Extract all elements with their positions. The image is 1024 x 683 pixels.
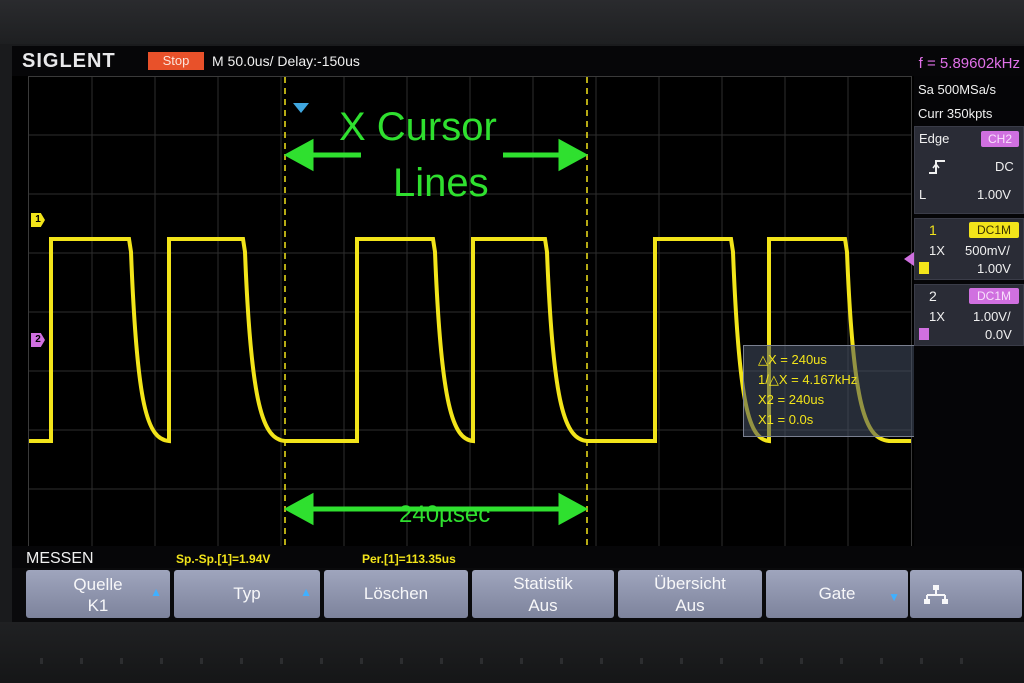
- ch2-offset: 0.0V: [985, 327, 1012, 342]
- softkey-sublabel: Aus: [528, 596, 558, 615]
- delay-value: Delay:-150us: [277, 53, 360, 69]
- trigger-coupling: DC: [995, 159, 1014, 174]
- cursor-inv-dx: 1/△X = 4.167kHz: [758, 372, 858, 387]
- softkey-bar: Quelle K1 ▲ Typ ▲ Löschen Statistik Aus …: [12, 568, 1024, 622]
- softkey-label: Typ: [233, 584, 261, 603]
- softkey-typ[interactable]: Typ ▲: [174, 570, 320, 618]
- softkey-loeschen[interactable]: Löschen: [324, 570, 468, 618]
- softkey-label: Quelle: [73, 575, 123, 594]
- cursor-dx: △X = 240us: [758, 352, 827, 367]
- frequency-counter: f = 5.89602kHz: [918, 55, 1020, 72]
- sample-rate: Sa 500MSa/s: [918, 82, 997, 97]
- ch2-coupling-badge: DC1M: [969, 288, 1019, 304]
- cursor-x1: X1 = 0.0s: [758, 412, 814, 427]
- ch2-number: 2: [929, 288, 937, 304]
- ch1-panel[interactable]: 1 DC1M 1X 500mV/ 1.00V: [914, 218, 1024, 280]
- softkey-statistik[interactable]: Statistik Aus: [472, 570, 614, 618]
- softkey-sublabel: Aus: [675, 596, 705, 615]
- cursor-x2: X2 = 240us: [758, 392, 825, 407]
- network-key[interactable]: [910, 570, 1022, 618]
- brand-logo: SIGLENT: [22, 50, 116, 72]
- ch2-scale: 1.00V/: [973, 309, 1011, 324]
- ch1-offset: 1.00V: [977, 261, 1011, 276]
- oscilloscope-screen: SIGLENT Stop M 50.0us/ Delay:-150us f = …: [12, 46, 1024, 622]
- rising-edge-icon: [929, 160, 945, 174]
- ch1-coupling-badge: DC1M: [969, 222, 1019, 238]
- ch2-bw-icon: [919, 328, 929, 340]
- softkey-quelle[interactable]: Quelle K1 ▲: [26, 570, 170, 618]
- trigger-level: 1.00V: [977, 187, 1011, 202]
- softkey-label: Statistik: [513, 574, 573, 593]
- ch1-scale: 500mV/: [965, 243, 1010, 258]
- trigger-type: Edge: [919, 131, 950, 146]
- measure-value-1: Sp.-Sp.[1]=1.94V: [176, 552, 271, 566]
- ch1-number: 1: [929, 222, 937, 238]
- annotation-title: X Cursor: [339, 105, 497, 149]
- measure-title: MESSEN: [26, 550, 94, 567]
- softkey-label: Gate: [818, 584, 856, 603]
- ch1-probe: 1X: [929, 243, 945, 258]
- measure-value-2: Per.[1]=113.35us: [362, 552, 456, 566]
- timebase-readout: M 50.0us/ Delay:-150us: [212, 53, 360, 69]
- annotation-lines: Lines: [393, 161, 489, 205]
- trigger-source-badge: CH2: [981, 131, 1019, 147]
- scope-bezel-top: [0, 0, 1024, 44]
- memory-depth: Curr 350kpts: [918, 106, 993, 121]
- annotation-delta: 240µsec: [399, 501, 491, 528]
- run-stop-badge[interactable]: Stop: [148, 52, 204, 70]
- softkey-gate[interactable]: Gate ▼: [766, 570, 908, 618]
- trigger-panel[interactable]: Edge CH2 DC L 1.00V: [914, 126, 1024, 214]
- cursor-readout-box: △X = 240us 1/△X = 4.167kHz X2 = 240us X1…: [743, 345, 925, 437]
- right-info-panel: Sa 500MSa/s Curr 350kpts Edge CH2 DC L 1…: [904, 76, 1024, 546]
- timebase-value: M 50.0us/: [212, 53, 274, 69]
- ch2-panel[interactable]: 2 DC1M 1X 1.00V/ 0.0V: [914, 284, 1024, 346]
- softkey-sublabel: K1: [87, 596, 109, 615]
- arrow-down-icon: ▼: [888, 590, 900, 604]
- trigger-level-label: L: [919, 187, 927, 202]
- softkey-uebersicht[interactable]: Übersicht Aus: [618, 570, 762, 618]
- status-bar: SIGLENT Stop M 50.0us/ Delay:-150us f = …: [12, 46, 1024, 76]
- waveform-grid[interactable]: 1 2 X Cursor Lines 240µsec △X = 240us 1/…: [28, 76, 925, 548]
- ch1-bw-icon: [919, 262, 929, 274]
- network-icon: [924, 585, 948, 604]
- ch2-probe: 1X: [929, 309, 945, 324]
- arrow-up-icon: ▲: [300, 585, 312, 599]
- arrow-up-icon: ▲: [150, 585, 162, 599]
- measure-strip: MESSEN Sp.-Sp.[1]=1.94V Per.[1]=113.35us: [12, 546, 1024, 568]
- softkey-label: Löschen: [363, 584, 429, 603]
- scope-bezel-bottom: [0, 622, 1024, 683]
- softkey-label: Übersicht: [654, 574, 726, 593]
